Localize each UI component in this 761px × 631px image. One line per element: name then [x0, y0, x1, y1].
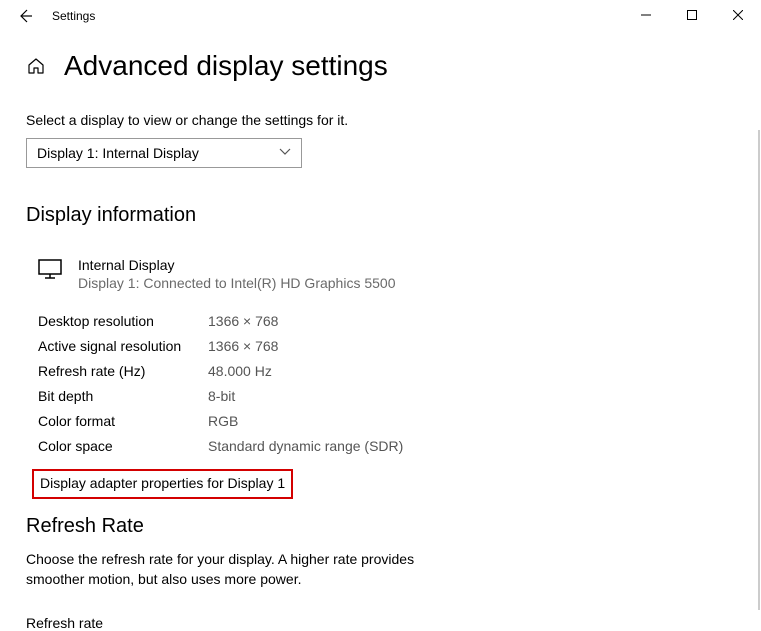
info-value: 8-bit: [208, 388, 235, 404]
display-info-table: Desktop resolution 1366 × 768 Active sig…: [38, 313, 761, 454]
table-row: Bit depth 8-bit: [38, 388, 761, 404]
table-row: Color space Standard dynamic range (SDR): [38, 438, 761, 454]
info-label: Bit depth: [38, 388, 208, 404]
monitor-name: Internal Display: [78, 257, 395, 273]
adapter-link-highlight: Display adapter properties for Display 1: [32, 469, 293, 499]
close-icon: [733, 10, 743, 20]
monitor-icon: [38, 259, 62, 279]
monitor-summary: Internal Display Display 1: Connected to…: [38, 257, 761, 291]
home-button[interactable]: [26, 56, 46, 76]
info-value: 1366 × 768: [208, 338, 278, 354]
table-row: Refresh rate (Hz) 48.000 Hz: [38, 363, 761, 379]
table-row: Active signal resolution 1366 × 768: [38, 338, 761, 354]
display-adapter-properties-link[interactable]: Display adapter properties for Display 1: [40, 475, 285, 491]
scrollbar[interactable]: [758, 130, 760, 610]
close-button[interactable]: [715, 0, 761, 30]
monitor-subtitle: Display 1: Connected to Intel(R) HD Grap…: [78, 275, 395, 291]
display-information-heading: Display information: [26, 204, 761, 227]
minimize-icon: [641, 10, 651, 20]
info-value: RGB: [208, 413, 238, 429]
info-label: Active signal resolution: [38, 338, 208, 354]
info-value: Standard dynamic range (SDR): [208, 438, 403, 454]
select-display-prompt: Select a display to view or change the s…: [26, 112, 761, 128]
titlebar: Settings: [0, 0, 761, 32]
info-value: 48.000 Hz: [208, 363, 272, 379]
window-title: Settings: [52, 9, 95, 23]
display-select-dropdown[interactable]: Display 1: Internal Display: [26, 138, 302, 168]
page-title: Advanced display settings: [64, 50, 388, 82]
refresh-rate-heading: Refresh Rate: [26, 515, 761, 538]
chevron-down-icon: [279, 148, 291, 159]
home-icon: [27, 57, 45, 75]
content-area: Advanced display settings Select a displ…: [0, 32, 761, 631]
minimize-button[interactable]: [623, 0, 669, 30]
info-label: Desktop resolution: [38, 313, 208, 329]
info-value: 1366 × 768: [208, 313, 278, 329]
info-label: Color format: [38, 413, 208, 429]
maximize-icon: [687, 10, 697, 20]
maximize-button[interactable]: [669, 0, 715, 30]
arrow-left-icon: [17, 8, 33, 24]
info-label: Refresh rate (Hz): [38, 363, 208, 379]
display-select-value: Display 1: Internal Display: [37, 145, 199, 161]
page-header: Advanced display settings: [26, 50, 761, 82]
table-row: Color format RGB: [38, 413, 761, 429]
back-button[interactable]: [14, 5, 36, 27]
window-controls: [623, 0, 761, 30]
refresh-rate-description: Choose the refresh rate for your display…: [26, 550, 426, 589]
table-row: Desktop resolution 1366 × 768: [38, 313, 761, 329]
refresh-rate-label: Refresh rate: [26, 615, 761, 631]
info-label: Color space: [38, 438, 208, 454]
